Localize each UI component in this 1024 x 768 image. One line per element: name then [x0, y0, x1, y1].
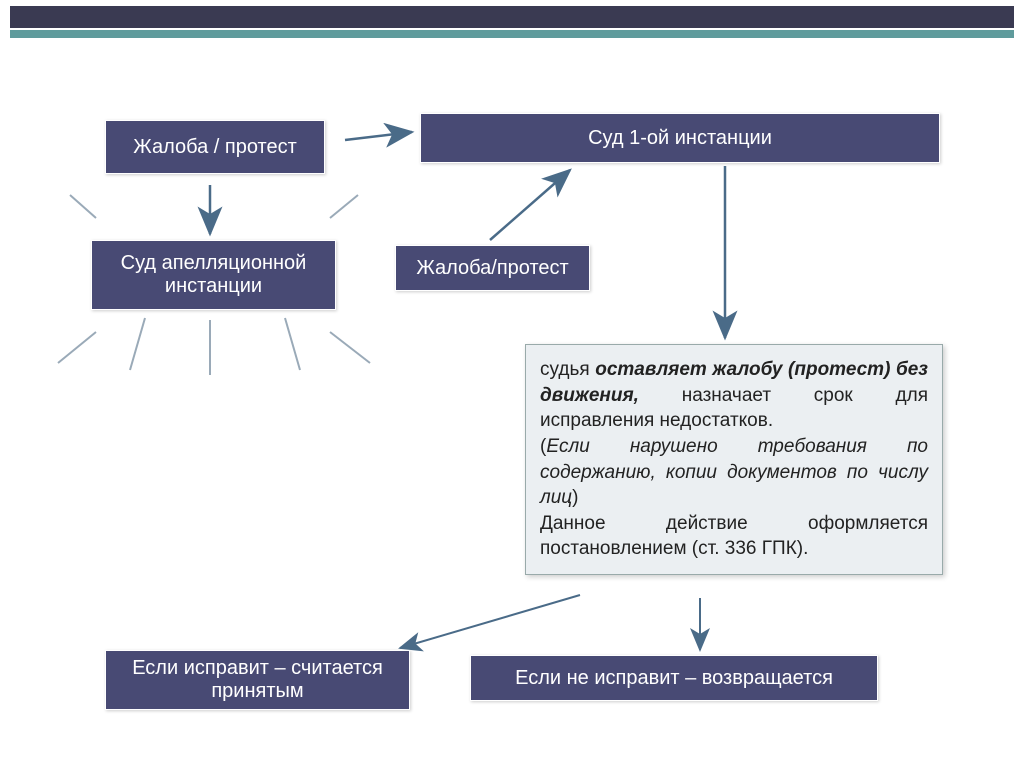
box-court-first: Суд 1-ой инстанции	[420, 113, 940, 163]
box-label: Жалоба / протест	[133, 136, 296, 159]
box-label: Суд 1-ой инстанции	[588, 127, 772, 150]
header-band	[0, 0, 1024, 42]
box-if-fixed: Если исправит – считается принятым	[105, 650, 410, 710]
box-label: Если не исправит – возвращается	[515, 667, 833, 690]
box-label: Если исправит – считается принятым	[132, 657, 383, 703]
box-label: Суд апелляционной инстанции	[121, 252, 307, 298]
box-complaint-mid: Жалоба/протест	[395, 245, 590, 291]
box-complaint-top: Жалоба / протест	[105, 120, 325, 174]
box-if-not-fixed: Если не исправит – возвращается	[470, 655, 878, 701]
box-label: Жалоба/протест	[416, 257, 568, 280]
info-box: судья оставляет жалобу (протест) без дви…	[525, 344, 943, 575]
info-line-3: Данное действие оформляется постановлени…	[540, 511, 928, 562]
info-line-2: (Если нарушено требования по содержанию,…	[540, 434, 928, 511]
header-teal-strip	[10, 30, 1014, 38]
info-line-1: судья оставляет жалобу (протест) без дви…	[540, 357, 928, 434]
header-dark-strip	[10, 6, 1014, 28]
box-court-appeal: Суд апелляционной инстанции	[91, 240, 336, 310]
